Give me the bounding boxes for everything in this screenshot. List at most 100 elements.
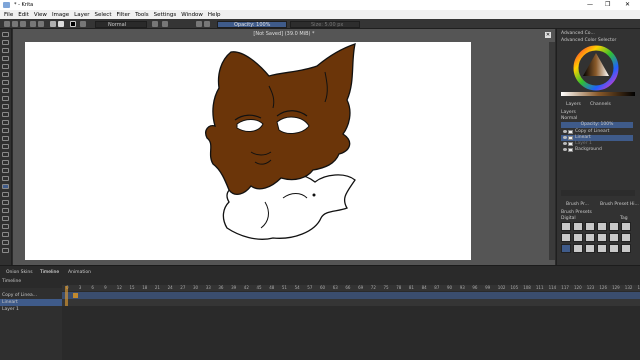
preserve-alpha-icon[interactable]	[162, 21, 168, 27]
menu-view[interactable]: View	[34, 12, 47, 18]
reload-preset-icon[interactable]	[196, 21, 202, 27]
timeline-layer-row[interactable]: Layer 1	[0, 306, 62, 313]
tab-animation[interactable]: Animation	[68, 270, 91, 275]
eye-icon[interactable]	[563, 136, 567, 139]
transform-tool-icon[interactable]	[2, 136, 9, 141]
select-shapes-tool-icon[interactable]	[2, 32, 9, 37]
zoom-tool-icon[interactable]	[2, 240, 9, 245]
minimize-button[interactable]: —	[587, 1, 593, 8]
brush-preset[interactable]	[561, 233, 571, 242]
canvas-paper[interactable]	[25, 42, 471, 260]
menu-select[interactable]: Select	[95, 12, 112, 18]
eye-icon[interactable]	[563, 142, 567, 145]
layer-blend-mode-select[interactable]: Normal	[561, 116, 577, 121]
multibrush-tool-icon[interactable]	[2, 128, 9, 133]
opacity-slider[interactable]: Opacity: 100%	[217, 21, 287, 28]
tab-layers[interactable]: Layers	[566, 102, 581, 107]
brush-preset[interactable]	[609, 233, 619, 242]
timeline-layer-row[interactable]: Copy of Linea...	[0, 292, 62, 299]
size-slider[interactable]: Size: 5.00 px	[290, 21, 360, 28]
brush-preset-icon[interactable]	[80, 21, 86, 27]
brush-preset[interactable]	[561, 244, 571, 253]
brush-preset[interactable]	[621, 233, 631, 242]
timeline-row-selected[interactable]	[62, 292, 640, 299]
polygon-tool-icon[interactable]	[2, 88, 9, 93]
menu-window[interactable]: Window	[181, 12, 203, 18]
line-tool-icon[interactable]	[2, 64, 9, 69]
menu-tools[interactable]: Tools	[135, 12, 149, 18]
freehand-select-tool-icon[interactable]	[2, 224, 9, 229]
menu-image[interactable]: Image	[52, 12, 69, 18]
rectangle-tool-icon[interactable]	[2, 72, 9, 77]
keyframe[interactable]	[73, 293, 78, 298]
maximize-button[interactable]: ❐	[605, 1, 610, 8]
layer-opacity-slider[interactable]: Opacity: 100%	[561, 122, 633, 128]
calligraphy-tool-icon[interactable]	[2, 48, 9, 53]
blend-mode-select[interactable]: Normal	[95, 21, 147, 28]
brush-preset[interactable]	[597, 233, 607, 242]
brush-preset[interactable]	[597, 244, 607, 253]
brush-filter-select[interactable]: Digital	[561, 216, 576, 221]
brush-tag-select[interactable]: Tag	[620, 216, 628, 221]
fill-tool-icon[interactable]	[2, 184, 9, 189]
close-button[interactable]: ✕	[625, 1, 630, 8]
playhead[interactable]	[65, 286, 68, 306]
gradient-swatch-icon[interactable]	[50, 21, 56, 27]
mirror-icon[interactable]	[204, 21, 210, 27]
layer-row[interactable]: Background	[561, 147, 633, 153]
assistant-tool-icon[interactable]	[2, 192, 9, 197]
polyline-tool-icon[interactable]	[2, 96, 9, 101]
eraser-mode-icon[interactable]	[152, 21, 158, 27]
brush-preset[interactable]	[573, 222, 583, 231]
brush-preset[interactable]	[573, 244, 583, 253]
timeline-layer-row[interactable]: Lineart	[0, 299, 62, 306]
close-document-button[interactable]: ✕	[545, 32, 551, 38]
pattern-swatch-icon[interactable]	[58, 21, 64, 27]
eye-icon[interactable]	[563, 130, 567, 133]
brush-preset[interactable]	[609, 244, 619, 253]
color-wheel[interactable]	[573, 45, 619, 91]
freehand-path-tool-icon[interactable]	[2, 112, 9, 117]
undo-icon[interactable]	[30, 21, 36, 27]
color-history-strip[interactable]	[561, 92, 635, 96]
menu-filter[interactable]: Filter	[116, 12, 130, 18]
contiguous-select-tool-icon[interactable]	[2, 232, 9, 237]
canvas-vertical-scrollbar[interactable]	[549, 42, 555, 260]
menu-file[interactable]: File	[4, 12, 13, 18]
ellipse-select-tool-icon[interactable]	[2, 216, 9, 221]
menu-help[interactable]: Help	[208, 12, 221, 18]
menu-settings[interactable]: Settings	[154, 12, 177, 18]
tab-brush-presets[interactable]: Brush Pr...	[566, 202, 589, 207]
foreground-color-icon[interactable]	[70, 21, 76, 27]
gradient-tool-icon[interactable]	[2, 160, 9, 165]
brush-preset[interactable]	[585, 222, 595, 231]
dynamic-brush-tool-icon[interactable]	[2, 120, 9, 125]
redo-icon[interactable]	[38, 21, 44, 27]
brush-preset[interactable]	[609, 222, 619, 231]
brush-tool-icon[interactable]	[2, 56, 9, 61]
save-document-icon[interactable]	[20, 21, 26, 27]
color-picker-tool-icon[interactable]	[2, 168, 9, 173]
brush-preset[interactable]	[597, 222, 607, 231]
brush-preset[interactable]	[621, 244, 631, 253]
open-document-icon[interactable]	[12, 21, 18, 27]
move-tool-icon[interactable]	[2, 144, 9, 149]
brush-preset[interactable]	[585, 244, 595, 253]
new-document-icon[interactable]	[4, 21, 10, 27]
text-tool-icon[interactable]	[2, 40, 9, 45]
ellipse-tool-icon[interactable]	[2, 80, 9, 85]
tab-onion-skins[interactable]: Onion Skins	[6, 270, 33, 275]
colorize-mask-tool-icon[interactable]	[2, 176, 9, 181]
tab-timeline[interactable]: Timeline	[40, 270, 59, 275]
pan-tool-icon[interactable]	[2, 248, 9, 253]
timeline-row[interactable]	[62, 299, 640, 306]
tab-channels[interactable]: Channels	[590, 102, 611, 107]
brush-preset[interactable]	[573, 233, 583, 242]
crop-tool-icon[interactable]	[2, 152, 9, 157]
rect-select-tool-icon[interactable]	[2, 208, 9, 213]
brush-preset[interactable]	[561, 222, 571, 231]
menu-edit[interactable]: Edit	[18, 12, 29, 18]
menu-layer[interactable]: Layer	[74, 12, 89, 18]
brush-preset[interactable]	[585, 233, 595, 242]
brush-preset[interactable]	[621, 222, 631, 231]
